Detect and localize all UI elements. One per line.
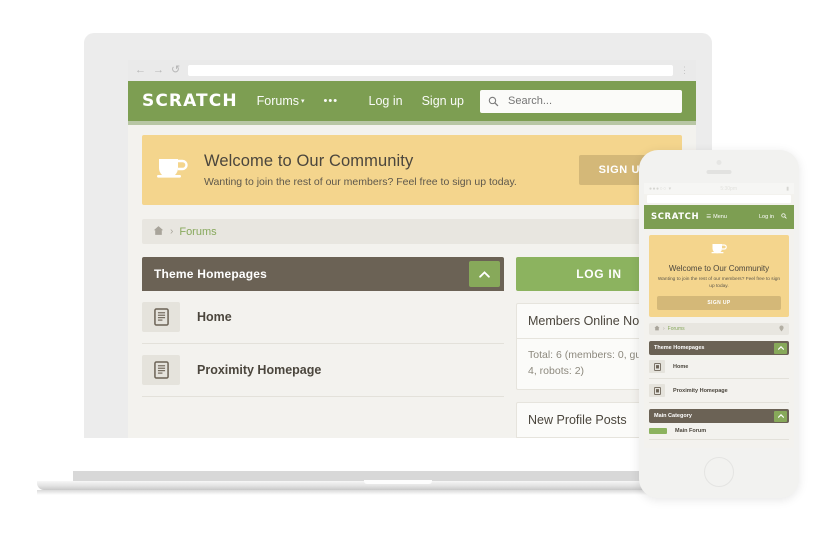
phone-forum-title[interactable]: Main Forum — [675, 428, 706, 434]
nav-forums-label: Forums — [256, 94, 300, 108]
coffee-cup-icon — [156, 155, 192, 186]
search-input[interactable] — [506, 94, 674, 108]
location-pin-icon[interactable] — [779, 325, 784, 334]
category-header: Theme Homepages — [142, 257, 504, 291]
phone-breadcrumb: › Forums — [649, 323, 789, 336]
nav-overflow-menu[interactable]: ••• — [324, 95, 339, 107]
home-icon[interactable] — [153, 223, 164, 241]
hamburger-menu-icon[interactable]: ☰ — [706, 214, 711, 220]
green-bar-icon — [649, 428, 667, 435]
forum-title[interactable]: Home — [197, 310, 232, 324]
forum-title[interactable]: Proximity Homepage — [197, 363, 321, 377]
search-box[interactable] — [480, 89, 682, 113]
phone-screen: ●●●○○ ▾ 5:30pm ▮ SCRATCH ☰ Menu Log in W… — [644, 183, 794, 448]
nav-login-link[interactable]: Log in — [369, 94, 403, 108]
phone-login-link[interactable]: Log in — [759, 214, 774, 220]
phone-search-icon[interactable] — [781, 213, 787, 221]
laptop-screen: ← → ↺ ⋮ SCRATCH Forums ▾ ••• Log in Sign … — [128, 60, 696, 438]
document-icon — [142, 355, 180, 385]
phone-site-header: SCRATCH ☰ Menu Log in — [644, 205, 794, 229]
battery-icon: ▮ — [786, 185, 789, 192]
back-icon[interactable]: ← — [135, 65, 146, 76]
forum-row[interactable]: Home — [142, 291, 504, 344]
url-bar[interactable] — [188, 65, 673, 76]
phone-speaker — [706, 170, 732, 174]
signal-icon: ●●●○○ — [649, 185, 667, 192]
document-icon — [142, 302, 180, 332]
phone-section-title: Main Category — [654, 413, 692, 420]
forward-icon[interactable]: → — [153, 65, 164, 76]
phone-breadcrumb-item-forums[interactable]: Forums — [668, 326, 685, 332]
phone-url-bar[interactable] — [647, 195, 791, 203]
breadcrumb-separator: › — [170, 226, 174, 237]
phone-section-header: Theme Homepages — [649, 341, 789, 356]
chevron-up-icon[interactable] — [469, 261, 500, 287]
chevron-up-icon[interactable] — [774, 342, 787, 354]
nav-item-forums[interactable]: Forums ▾ — [257, 94, 305, 108]
browser-nav-controls: ← → ↺ — [135, 65, 180, 76]
coffee-cup-icon — [711, 242, 728, 259]
phone-forum-title[interactable]: Proximity Homepage — [673, 388, 728, 394]
chevron-down-icon: ▾ — [301, 98, 305, 105]
welcome-banner: Welcome to Our Community Wanting to join… — [142, 135, 682, 205]
phone-menu-label[interactable]: Menu — [713, 214, 727, 220]
phone-section-title: Theme Homepages — [654, 345, 705, 352]
phone-forum-title[interactable]: Home — [673, 364, 688, 370]
phone-welcome-banner: Welcome to Our Community Wanting to join… — [649, 235, 789, 318]
phone-forum-row[interactable]: Home — [649, 355, 789, 380]
document-icon — [649, 360, 665, 374]
document-icon — [649, 384, 665, 398]
content-columns: Theme Homepages Home Proximity Homepage … — [142, 257, 682, 438]
site-header: SCRATCH Forums ▾ ••• Log in Sign up — [128, 81, 696, 125]
kebab-menu-icon[interactable]: ⋮ — [680, 66, 689, 75]
welcome-subtitle: Wanting to join the rest of our members?… — [204, 176, 517, 188]
forum-list-column: Theme Homepages Home Proximity Homepage — [142, 257, 504, 438]
forum-list: Home Proximity Homepage — [142, 291, 504, 397]
phone-camera — [716, 160, 722, 165]
nav-signup-link[interactable]: Sign up — [422, 94, 464, 108]
breadcrumb: › Forums — [142, 219, 682, 244]
laptop-mockup: ← → ↺ ⋮ SCRATCH Forums ▾ ••• Log in Sign … — [37, 33, 759, 495]
phone-home-button[interactable] — [704, 457, 734, 487]
phone-welcome-title: Welcome to Our Community — [668, 264, 770, 273]
phone-forum-row[interactable]: Proximity Homepage — [649, 379, 789, 404]
search-icon — [488, 96, 499, 107]
chevron-up-icon[interactable] — [774, 410, 787, 422]
phone-welcome-subtitle: Wanting to join the rest of our members?… — [657, 277, 781, 290]
browser-chrome: ← → ↺ ⋮ — [128, 60, 696, 81]
phone-site-logo[interactable]: SCRATCH — [651, 212, 699, 222]
laptop-base-notch — [364, 480, 432, 484]
forum-row[interactable]: Proximity Homepage — [142, 344, 504, 397]
phone-status-bar: ●●●○○ ▾ 5:30pm ▮ — [644, 183, 794, 194]
phone-mockup: ●●●○○ ▾ 5:30pm ▮ SCRATCH ☰ Menu Log in W… — [639, 150, 799, 498]
phone-time: 5:30pm — [720, 185, 738, 192]
category-title: Theme Homepages — [154, 267, 268, 281]
home-icon[interactable] — [654, 325, 660, 333]
site-logo[interactable]: SCRATCH — [142, 91, 238, 111]
phone-breadcrumb-separator: › — [663, 326, 665, 333]
welcome-title: Welcome to Our Community — [204, 152, 414, 170]
page-content: Welcome to Our Community Wanting to join… — [128, 121, 696, 438]
phone-forum-row[interactable]: Main Forum — [649, 423, 789, 441]
reload-icon[interactable]: ↺ — [171, 65, 180, 76]
breadcrumb-item-forums[interactable]: Forums — [179, 226, 216, 238]
phone-section-header: Main Category — [649, 409, 789, 424]
welcome-text: Welcome to Our Community Wanting to join… — [204, 152, 579, 188]
phone-signup-button[interactable]: SIGN UP — [657, 296, 781, 311]
